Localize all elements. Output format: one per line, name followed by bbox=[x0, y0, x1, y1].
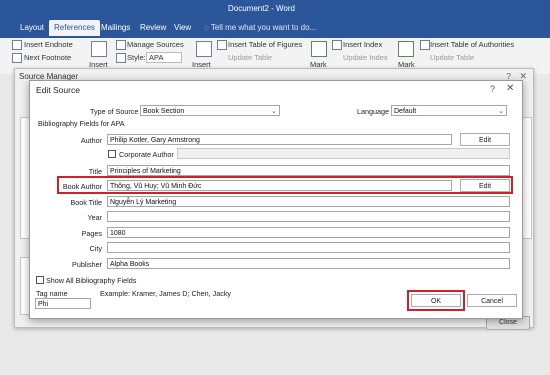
language-value: Default bbox=[394, 108, 417, 115]
author-edit-button[interactable]: Edit bbox=[460, 133, 510, 146]
insert-endnote-button[interactable]: Insert Endnote bbox=[24, 40, 73, 49]
table-figures-icon bbox=[217, 40, 227, 50]
chevron-down-icon: ⌄ bbox=[271, 108, 277, 115]
year-field[interactable] bbox=[107, 211, 510, 222]
show-all-fields-checkbox[interactable] bbox=[36, 276, 44, 284]
title-label: Title bbox=[88, 167, 102, 176]
tell-me-text: Tell me what you want to do... bbox=[210, 23, 317, 32]
insert-citation-icon bbox=[91, 41, 107, 57]
style-dropdown[interactable]: APA bbox=[146, 52, 183, 63]
corporate-author-label: Corporate Author bbox=[119, 150, 174, 159]
endnote-icon bbox=[12, 40, 22, 50]
corporate-author-checkbox[interactable] bbox=[108, 150, 116, 158]
tag-name-field[interactable]: Phi bbox=[35, 298, 91, 309]
fields-header: Bibliography Fields for APA bbox=[38, 119, 125, 128]
ribbon-tabs: Layout References Mailings Review View ◌… bbox=[0, 18, 550, 38]
manage-sources-button[interactable]: Manage Sources bbox=[127, 40, 184, 49]
tab-mailings[interactable]: Mailings bbox=[101, 23, 130, 32]
tab-references[interactable]: References bbox=[49, 20, 100, 36]
author-field[interactable]: Philip Kotler, Gary Armstrong bbox=[107, 134, 452, 145]
tell-me-box[interactable]: ◌ Tell me what you want to do... bbox=[204, 23, 316, 32]
style-icon bbox=[116, 53, 126, 63]
city-field[interactable] bbox=[107, 242, 510, 253]
insert-index-button[interactable]: Insert Index bbox=[343, 40, 382, 49]
update-index-button[interactable]: Update Index bbox=[343, 53, 388, 62]
publisher-label: Publisher bbox=[72, 260, 102, 269]
city-label: City bbox=[89, 244, 102, 253]
lightbulb-icon: ◌ bbox=[204, 23, 211, 32]
example-text: Example: Kramer, James D; Chen, Jacky bbox=[100, 289, 232, 298]
insert-table-authorities-button[interactable]: Insert Table of Authorities bbox=[430, 40, 514, 49]
edit-source-title: Edit Source bbox=[36, 85, 80, 95]
update-table-button[interactable]: Update Table bbox=[228, 53, 272, 62]
language-label-text: Language bbox=[357, 107, 389, 116]
insert-index-icon bbox=[332, 40, 342, 50]
language-dropdown[interactable]: Default ⌄ bbox=[391, 105, 507, 116]
insert-caption-icon bbox=[196, 41, 212, 57]
pages-label: Pages bbox=[81, 229, 102, 238]
next-footnote-button[interactable]: Next Footnote bbox=[24, 53, 71, 62]
edit-source-dialog: Edit Source ? ✕ Type of Source Book Sect… bbox=[29, 80, 523, 319]
publisher-field[interactable]: Alpha Books bbox=[107, 258, 510, 269]
close-icon[interactable]: ✕ bbox=[506, 83, 514, 94]
pages-field[interactable]: 1080 bbox=[107, 227, 510, 238]
year-label: Year bbox=[87, 213, 102, 222]
title-field[interactable]: Principles of Marketing bbox=[107, 165, 510, 176]
title-bar: Document2 - Word bbox=[0, 0, 550, 18]
book-title-field[interactable]: Nguyễn Lý Marketing bbox=[107, 196, 510, 207]
mark-citation-icon bbox=[398, 41, 414, 57]
tab-review[interactable]: Review bbox=[140, 23, 166, 32]
insert-table-figures-button[interactable]: Insert Table of Figures bbox=[228, 40, 302, 49]
show-all-fields-label: Show All Bibliography Fields bbox=[46, 276, 137, 285]
book-title-label: Book Title bbox=[70, 198, 102, 207]
next-footnote-icon bbox=[12, 53, 22, 63]
tab-view[interactable]: View bbox=[174, 23, 191, 32]
manage-sources-icon bbox=[116, 40, 126, 50]
chevron-down-icon: ⌄ bbox=[498, 108, 504, 115]
tab-layout[interactable]: Layout bbox=[20, 23, 44, 32]
author-label: Author bbox=[80, 136, 102, 145]
tag-name-label: Tag name bbox=[36, 289, 68, 298]
update-table-authorities-button[interactable]: Update Table bbox=[430, 53, 474, 62]
help-icon[interactable]: ? bbox=[490, 84, 495, 94]
document-title: Document2 - Word bbox=[228, 4, 295, 13]
type-of-source-label: Type of Source bbox=[90, 107, 139, 116]
highlight-book-author bbox=[57, 176, 513, 194]
mark-entry-icon bbox=[311, 41, 327, 57]
cancel-button[interactable]: Cancel bbox=[467, 294, 517, 307]
type-of-source-dropdown[interactable]: Book Section ⌄ bbox=[140, 105, 280, 116]
highlight-ok bbox=[407, 290, 465, 311]
table-authorities-icon bbox=[420, 40, 430, 50]
type-of-source-value: Book Section bbox=[143, 108, 185, 115]
style-label: Style: bbox=[127, 53, 146, 62]
corporate-author-field bbox=[177, 148, 510, 159]
